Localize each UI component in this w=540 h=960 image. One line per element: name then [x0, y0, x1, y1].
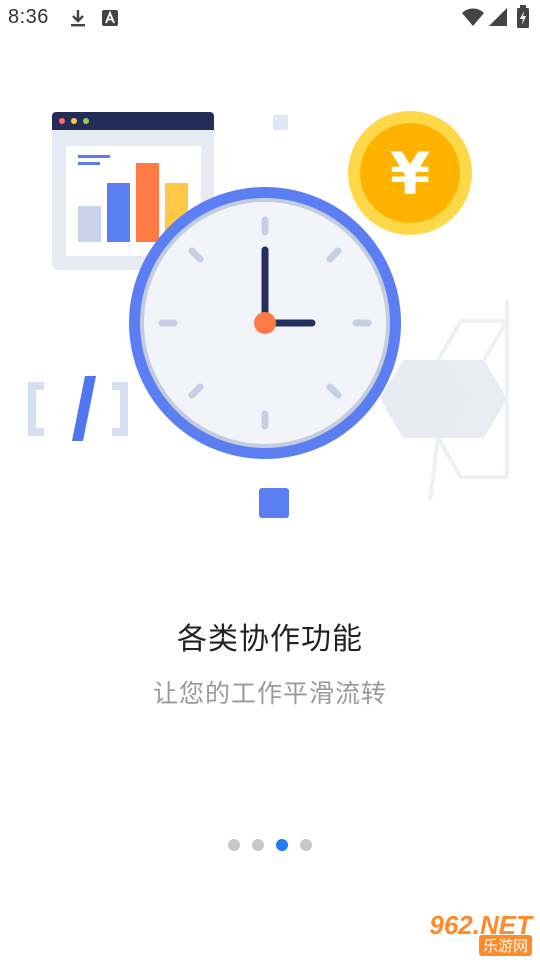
font-a-icon — [102, 10, 118, 26]
watermark-logo: 962.NET 乐游网 — [400, 910, 536, 956]
signal-icon — [489, 8, 507, 26]
battery-icon — [517, 5, 529, 28]
decor-square — [273, 115, 288, 130]
code-brackets-icon — [28, 376, 128, 441]
page-dot-1[interactable] — [228, 839, 240, 851]
status-time: 8:36 — [8, 6, 49, 28]
page-indicator — [0, 839, 540, 851]
page-title: 各类协作功能 — [177, 622, 363, 657]
onboarding-illustration: ¥ — [28, 111, 509, 518]
decor-square-blue — [259, 488, 289, 518]
svg-text:¥: ¥ — [390, 140, 430, 208]
watermark-name: 乐游网 — [478, 935, 532, 956]
page-subtitle: 让您的工作平滑流转 — [152, 679, 387, 708]
clock-icon — [129, 187, 401, 459]
wifi-icon — [462, 8, 484, 26]
page-dot-2[interactable] — [252, 839, 264, 851]
download-icon — [71, 10, 85, 27]
page-dot-4[interactable] — [300, 839, 312, 851]
yuan-coin-icon: ¥ — [348, 111, 472, 235]
page-dot-3-active[interactable] — [276, 839, 288, 851]
status-bar: 8:36 — [0, 0, 540, 36]
